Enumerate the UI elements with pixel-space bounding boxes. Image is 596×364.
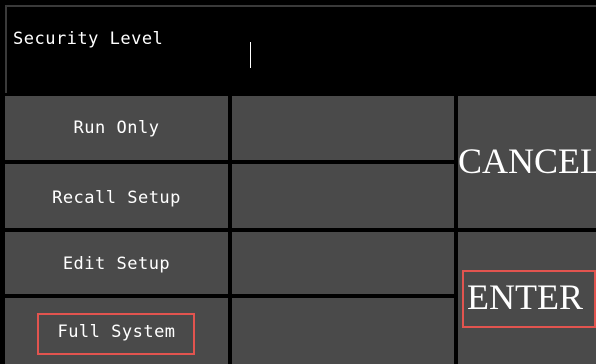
run-only-label: Run Only (73, 118, 160, 138)
recall-setup-button[interactable]: Recall Setup (5, 164, 228, 228)
run-only-button[interactable]: Run Only (5, 96, 228, 160)
full-system-highlight (37, 313, 195, 355)
enter-highlight (462, 270, 596, 328)
security-level-screen: Security Level Run Only Recall Setup Edi… (0, 0, 596, 364)
blank-key-1[interactable] (232, 96, 454, 160)
text-cursor (250, 42, 251, 68)
blank-key-2[interactable] (232, 164, 454, 228)
blank-key-3[interactable] (232, 232, 454, 294)
recall-setup-label: Recall Setup (52, 188, 181, 208)
security-level-field[interactable]: Security Level (5, 5, 596, 93)
cancel-button[interactable]: CANCEL (458, 96, 596, 228)
edit-setup-label: Edit Setup (62, 254, 171, 274)
security-level-label: Security Level (13, 29, 164, 49)
edit-setup-button[interactable]: Edit Setup (5, 232, 228, 294)
cancel-label: CANCEL (458, 141, 596, 181)
blank-key-4[interactable] (232, 298, 454, 364)
